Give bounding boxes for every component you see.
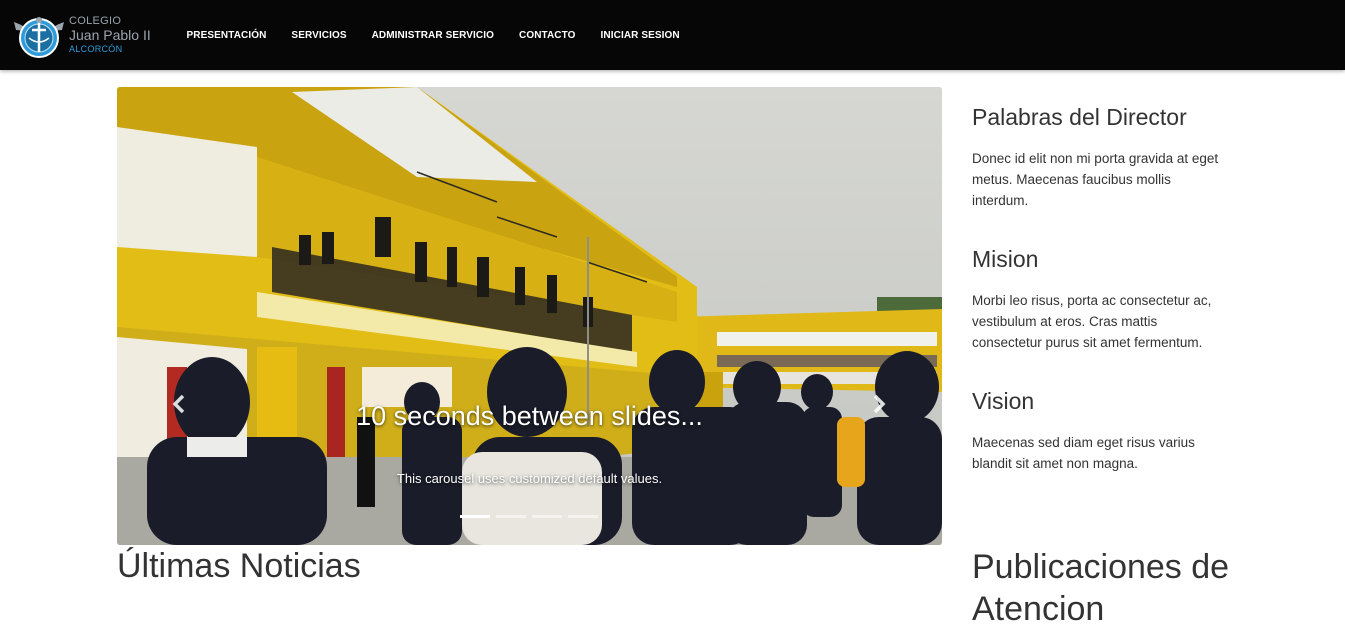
- publicaciones-heading: Publicaciones de Atencion: [972, 548, 1230, 628]
- carousel-caption-text: This carousel uses customized default va…: [396, 471, 663, 486]
- nav-contacto[interactable]: CONTACTO: [507, 30, 589, 41]
- brand-small-text: COLEGIO: [69, 15, 122, 27]
- vision-title: Vision: [972, 388, 1035, 414]
- vision-section: Vision Maecenas sed diam eget risus vari…: [972, 384, 1232, 526]
- brand-name: Juan Pablo II: [69, 27, 151, 43]
- nav-servicios[interactable]: SERVICIOS: [279, 30, 359, 41]
- school-crest-icon: [14, 17, 64, 58]
- image-carousel[interactable]: 10 seconds between slides... This carous…: [117, 87, 942, 545]
- navbar: COLEGIO Juan Pablo II ALCORCÓN PRESENTAC…: [0, 0, 1345, 70]
- carousel-indicators: [460, 515, 604, 518]
- nav-iniciar-sesion[interactable]: INICIAR SESION: [588, 30, 692, 41]
- news-heading: Últimas Noticias: [117, 547, 361, 585]
- carousel-caption-title: 10 seconds between slides...: [356, 401, 703, 431]
- carousel-indicator-3[interactable]: [532, 515, 562, 518]
- director-text: Donec id elit non mi porta gravida at eg…: [972, 151, 1219, 208]
- carousel-indicator-2[interactable]: [496, 515, 526, 518]
- mision-title: Mision: [972, 246, 1039, 272]
- director-section: Palabras del Director Donec id elit non …: [972, 100, 1232, 242]
- mision-text: Morbi leo risus, porta ac consectetur ac…: [972, 293, 1212, 350]
- brand-city: ALCORCÓN: [69, 44, 123, 54]
- nav-presentacion[interactable]: PRESENTACIÓN: [174, 30, 279, 41]
- vision-text: Maecenas sed diam eget risus varius blan…: [972, 435, 1195, 471]
- mision-section: Mision Morbi leo risus, porta ac consect…: [972, 242, 1232, 384]
- brand-logo-link[interactable]: COLEGIO Juan Pablo II ALCORCÓN: [12, 8, 151, 62]
- nav-administrar-servicio[interactable]: ADMINISTRAR SERVICIO: [359, 30, 506, 41]
- main-menu: PRESENTACIÓN SERVICIOS ADMINISTRAR SERVI…: [174, 0, 692, 70]
- carousel-indicator-4[interactable]: [568, 515, 598, 518]
- sidebar: Palabras del Director Donec id elit non …: [972, 100, 1232, 526]
- director-title: Palabras del Director: [972, 104, 1187, 130]
- carousel-indicator-1[interactable]: [460, 515, 490, 518]
